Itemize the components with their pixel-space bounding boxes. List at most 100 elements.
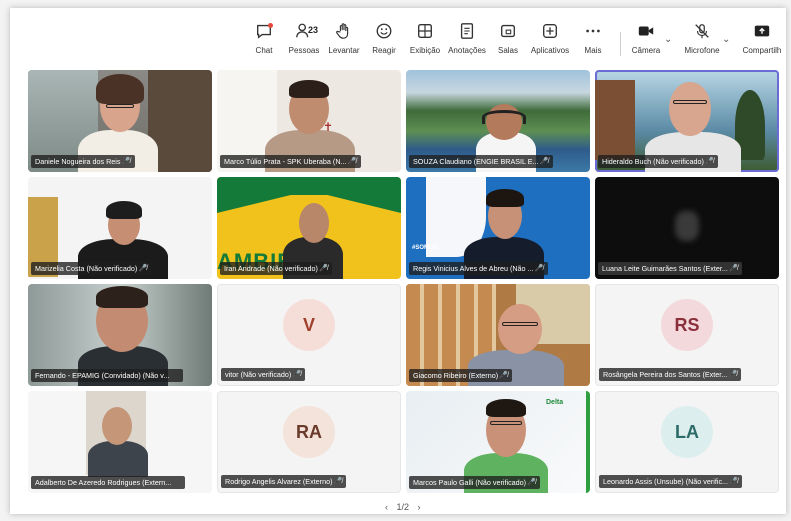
mic-muted-icon: 🎤̸ <box>347 158 357 165</box>
participant-tile[interactable]: Marizelia Costa (Não verificado) 🎤̸ <box>28 177 212 279</box>
mic-muted-icon: 🎤̸ <box>499 372 509 379</box>
previous-page-chevron-icon[interactable]: ‹ <box>385 502 388 512</box>
more-button[interactable]: Mais <box>571 22 615 55</box>
mic-muted-icon: 🎤̸ <box>728 371 738 378</box>
avatar: RA <box>283 406 335 458</box>
camera-icon <box>624 22 668 44</box>
mic-options-chevron-icon[interactable]: ⌄ <box>722 34 730 45</box>
rooms-button[interactable]: Salas <box>486 22 530 55</box>
view-button[interactable]: Exibição <box>403 22 447 55</box>
page-indicator: 1/2 <box>396 502 410 512</box>
participant-name: Marizelia Costa (Não verificado) 🎤̸ <box>31 262 152 275</box>
apps-label: Aplicativos <box>530 46 570 55</box>
more-label: Mais <box>584 46 602 55</box>
mic-muted-icon: 🎤̸ <box>539 158 549 165</box>
chat-icon <box>242 22 286 44</box>
react-label: Reagir <box>372 46 396 55</box>
rooms-label: Salas <box>497 46 518 55</box>
smile-icon <box>362 22 406 44</box>
people-label: Pessoas <box>288 46 320 55</box>
toolbar-divider <box>620 32 621 56</box>
gallery-pager: ‹ 1/2 › <box>382 502 424 512</box>
avatar: RS <box>661 299 713 351</box>
participant-tile[interactable]: Giacomo Ribeiro (Externo) 🎤̸ <box>406 284 590 386</box>
participant-name: SOUZA Claudiano (ENGIE BRASIL E... 🎤̸ <box>409 155 553 168</box>
raise-hand-button[interactable]: Levantar <box>322 22 366 55</box>
participant-name: Rosângela Pereira dos Santos (Exter... 🎤̸ <box>599 368 742 381</box>
mic-muted-icon: 🎤̸ <box>729 265 738 272</box>
meeting-toolbar: Chat 23 Pessoas Levantar Reagir Exibição… <box>10 8 786 66</box>
camera-options-chevron-icon[interactable]: ⌄ <box>664 34 672 45</box>
apps-button[interactable]: Aplicativos <box>528 22 572 55</box>
participant-name: Adalberto De Azeredo Rodrigues (Extern..… <box>31 476 186 489</box>
background-banner: #SOMOS <box>412 245 438 251</box>
mic-off-icon <box>680 22 724 44</box>
participant-name: Marco Túlio Prata - SPK Uberaba (N... 🎤̸ <box>220 155 361 168</box>
more-icon <box>571 22 615 44</box>
participant-tile[interactable]: AMBIENTE Iran Andrade (Não verificado)🎤̸ <box>217 177 401 279</box>
participant-tile[interactable]: SOUZA Claudiano (ENGIE BRASIL E... 🎤̸ <box>406 70 590 172</box>
participant-name: Daniele Nogueira dos Reis 🎤̸ <box>31 155 135 168</box>
mic-muted-icon: 🎤̸ <box>121 158 131 165</box>
participant-name: Leonardo Assis (Unsube) (Não verific... 🎤… <box>599 475 743 488</box>
share-icon <box>738 22 786 44</box>
participant-tile-speaking[interactable]: Delta Marcos Paulo Galli (Não verificado… <box>406 391 590 493</box>
share-label: Compartilh <box>742 46 782 55</box>
mic-muted-icon: 🎤̸ <box>319 265 328 272</box>
meeting-window: Chat 23 Pessoas Levantar Reagir Exibição… <box>10 8 786 514</box>
participant-name: vitor (Não verificado) 🎤̸ <box>221 368 306 381</box>
participant-tile[interactable]: ✝ Marco Túlio Prata - SPK Uberaba (N... 🎤… <box>217 70 401 172</box>
notes-label: Anotações <box>448 46 486 55</box>
raise-hand-icon <box>322 22 366 44</box>
microphone-button[interactable]: Microfone <box>680 22 724 55</box>
people-count: 23 <box>308 25 319 35</box>
chat-notification-dot <box>268 23 273 28</box>
participant-grid: Daniele Nogueira dos Reis 🎤̸ ✝ Marco Túli… <box>28 70 780 494</box>
camera-button[interactable]: Câmera <box>624 22 668 55</box>
participant-name: Regis Vinicius Alves de Abreu (Não ... 🎤̸ <box>409 262 548 275</box>
view-icon <box>403 22 447 44</box>
participant-tile[interactable]: Luana Leite Guimarães Santos (Exter... 🎤̸ <box>595 177 779 279</box>
mic-muted-icon: 🎤̸ <box>292 371 302 378</box>
view-label: Exibição <box>409 46 441 55</box>
participant-name: Fernando - EPAMIG (Convidado) (Não v... <box>31 369 184 382</box>
mic-muted-icon: 🎤̸ <box>705 158 714 165</box>
participant-name: Giacomo Ribeiro (Externo) 🎤̸ <box>409 369 513 382</box>
participant-tile-active[interactable]: Hideraldo Buch (Não verificado) 🎤̸ <box>595 70 779 172</box>
mic-muted-icon: 🎤̸ <box>333 478 343 485</box>
notes-icon <box>445 22 489 44</box>
camera-label: Câmera <box>631 46 661 55</box>
background-logo: Delta <box>546 399 564 406</box>
participant-name: Rodrigo Angelis Alvarez (Externo) 🎤̸ <box>221 475 347 488</box>
apps-icon <box>528 22 572 44</box>
react-button[interactable]: Reagir <box>362 22 406 55</box>
participant-name: Marcos Paulo Galli (Não verificado) 🎤̸ <box>409 476 541 489</box>
raise-hand-label: Levantar <box>328 46 360 55</box>
mic-muted-icon: 🎤̸ <box>534 265 544 272</box>
participant-tile[interactable]: Adalberto De Azeredo Rodrigues (Extern..… <box>28 391 212 493</box>
participant-name: Hideraldo Buch (Não verificado) 🎤̸ <box>598 155 718 168</box>
participant-tile[interactable]: #SOMOS Regis Vinicius Alves de Abreu (Nã… <box>406 177 590 279</box>
participant-tile[interactable]: RA Rodrigo Angelis Alvarez (Externo) 🎤̸ <box>217 391 401 493</box>
notes-button[interactable]: Anotações <box>445 22 489 55</box>
participant-tile[interactable]: Fernando - EPAMIG (Convidado) (Não v... <box>28 284 212 386</box>
share-button[interactable]: Compartilh <box>738 22 786 55</box>
mic-muted-icon: 🎤̸ <box>138 265 148 272</box>
chat-label: Chat <box>255 46 273 55</box>
chat-button[interactable]: Chat <box>242 22 286 55</box>
participant-name: Luana Leite Guimarães Santos (Exter... 🎤̸ <box>598 262 742 275</box>
participant-tile[interactable]: LA Leonardo Assis (Unsube) (Não verific.… <box>595 391 779 493</box>
participant-tile[interactable]: V vitor (Não verificado) 🎤̸ <box>217 284 401 386</box>
participant-tile[interactable]: RS Rosângela Pereira dos Santos (Exter..… <box>595 284 779 386</box>
microphone-label: Microfone <box>684 46 720 55</box>
people-button[interactable]: 23 Pessoas <box>282 22 326 55</box>
mic-muted-icon: 🎤̸ <box>527 479 537 486</box>
avatar: LA <box>661 406 713 458</box>
next-page-chevron-icon[interactable]: › <box>418 502 421 512</box>
rooms-icon <box>486 22 530 44</box>
participant-name: Iran Andrade (Não verificado) 🎤̸ <box>220 262 332 275</box>
participant-tile[interactable]: Daniele Nogueira dos Reis 🎤̸ <box>28 70 212 172</box>
people-icon: 23 <box>282 22 326 44</box>
mic-muted-icon: 🎤̸ <box>729 478 739 485</box>
avatar: V <box>283 299 335 351</box>
